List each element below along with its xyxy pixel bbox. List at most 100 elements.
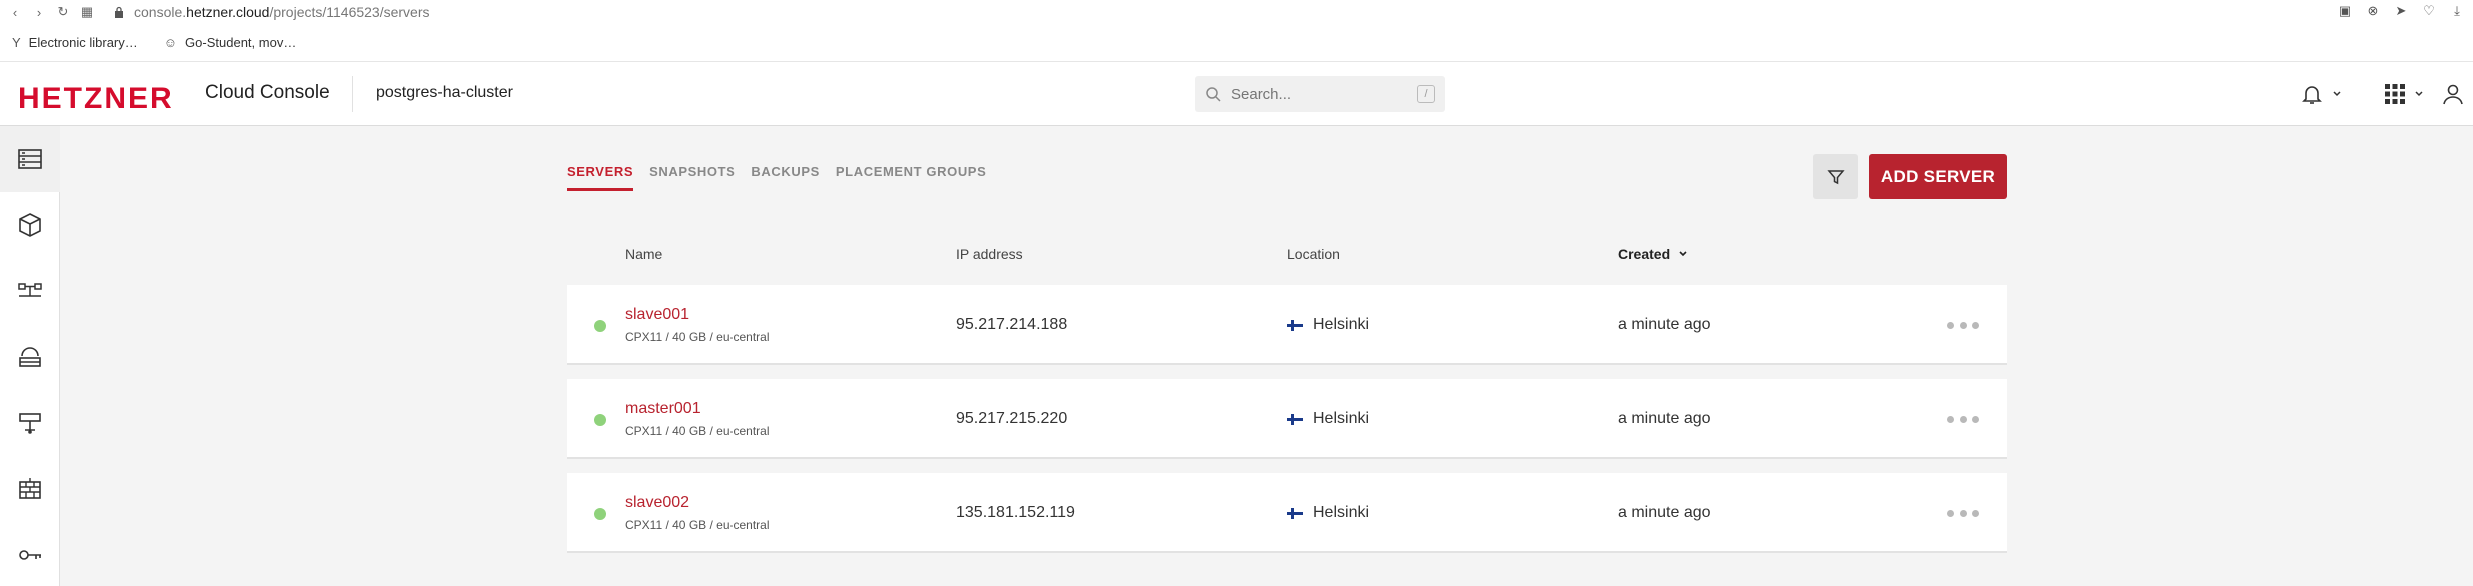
sidebar-item-firewalls[interactable] xyxy=(0,456,60,522)
grid-apps-icon xyxy=(2385,84,2405,104)
notifications-button[interactable] xyxy=(2300,80,2342,108)
chevron-down-icon xyxy=(2333,91,2341,97)
back-icon[interactable]: ‹ xyxy=(6,3,24,21)
add-server-button[interactable]: ADD SERVER xyxy=(1869,154,2007,199)
column-header-location[interactable]: Location xyxy=(1287,246,1340,262)
server-name-link[interactable]: slave002 xyxy=(625,494,689,512)
sidebar xyxy=(0,126,60,586)
floating-ip-icon xyxy=(19,413,41,434)
finland-flag-icon xyxy=(1287,319,1303,331)
search-box[interactable]: / xyxy=(1195,76,1445,112)
server-location-label: Helsinki xyxy=(1313,316,1370,333)
bookmark-y-icon: Y xyxy=(12,35,21,50)
user-menu-button[interactable] xyxy=(2441,80,2465,108)
server-created: a minute ago xyxy=(1618,410,1711,427)
dot-icon xyxy=(1947,321,1954,329)
dot-icon xyxy=(1972,509,1979,517)
dot-icon xyxy=(1959,321,1967,329)
product-title: Cloud Console xyxy=(205,82,330,103)
reload-icon[interactable]: ↻ xyxy=(54,3,72,21)
server-name-link[interactable]: slave001 xyxy=(625,306,689,324)
status-running-indicator xyxy=(594,508,606,520)
server-name-link[interactable]: master001 xyxy=(625,400,701,418)
dot-icon xyxy=(1972,321,1979,329)
server-location-label: Helsinki xyxy=(1313,410,1370,427)
sidebar-item-security[interactable] xyxy=(0,522,60,586)
sidebar-item-floating-ips[interactable] xyxy=(0,390,60,456)
finland-flag-icon xyxy=(1287,413,1303,425)
table-row[interactable]: master001 CPX11 / 40 GB / eu-central 95.… xyxy=(567,379,2007,459)
server-spec: CPX11 / 40 GB / eu-central xyxy=(625,518,770,532)
user-icon xyxy=(2443,84,2463,105)
dot-icon xyxy=(1972,415,1979,423)
server-ip: 95.217.214.188 xyxy=(956,316,1068,333)
column-header-created-label: Created xyxy=(1618,246,1671,262)
column-header-name[interactable]: Name xyxy=(625,246,662,262)
project-name[interactable]: postgres-ha-cluster xyxy=(376,84,513,102)
hetzner-logo[interactable]: HETZNER xyxy=(18,82,174,116)
column-header-ip[interactable]: IP address xyxy=(956,246,1023,262)
dot-icon xyxy=(1959,509,1967,517)
tab-servers[interactable]: SERVERS xyxy=(567,164,634,191)
dot-icon xyxy=(1947,415,1954,423)
address-bar[interactable]: console.hetzner.cloud/projects/1146523/s… xyxy=(114,4,430,20)
dot-icon xyxy=(1947,509,1954,517)
url-text: console.hetzner.cloud/projects/1146523/s… xyxy=(134,4,430,20)
download-icon[interactable]: ⤓ xyxy=(2449,3,2465,19)
server-location: Helsinki xyxy=(1287,316,1369,334)
tab-snapshots[interactable]: SNAPSHOTS xyxy=(649,164,735,191)
apps-menu-button[interactable] xyxy=(2384,80,2424,108)
server-ip: 135.181.152.119 xyxy=(956,504,1075,521)
server-icon xyxy=(18,149,42,169)
more-actions-button[interactable] xyxy=(1947,409,1979,429)
bookmark-label: Electronic library… xyxy=(28,35,138,50)
bookmark-label: Go-Student, mov… xyxy=(185,35,297,50)
bookmark-go-student[interactable]: ☺ Go-Student, mov… xyxy=(164,35,297,50)
server-location: Helsinki xyxy=(1287,410,1369,428)
extensions-icon[interactable]: ▦ xyxy=(78,3,96,21)
header-divider xyxy=(352,76,353,112)
server-location: Helsinki xyxy=(1287,504,1369,522)
key-icon xyxy=(19,550,41,560)
lock-icon xyxy=(115,6,123,18)
bookmark-electronic-library[interactable]: Y Electronic library… xyxy=(12,35,138,50)
tab-backups[interactable]: BACKUPS xyxy=(751,164,819,191)
send-icon[interactable]: ➤ xyxy=(2393,3,2409,19)
server-spec: CPX11 / 40 GB / eu-central xyxy=(625,330,770,344)
filter-button[interactable] xyxy=(1813,154,1858,199)
close-circle-icon[interactable]: ⊗ xyxy=(2365,3,2381,19)
cube-icon xyxy=(19,213,41,237)
column-header-created[interactable]: Created xyxy=(1618,246,1688,262)
server-spec: CPX11 / 40 GB / eu-central xyxy=(625,424,770,438)
search-icon xyxy=(1206,87,1221,102)
finland-flag-icon xyxy=(1287,507,1303,519)
table-row[interactable]: slave001 CPX11 / 40 GB / eu-central 95.2… xyxy=(567,285,2007,365)
more-actions-button[interactable] xyxy=(1947,503,1979,523)
status-running-indicator xyxy=(594,414,606,426)
bookmark-hat-icon: ☺ xyxy=(163,35,178,50)
tab-placement-groups[interactable]: PLACEMENT GROUPS xyxy=(836,164,986,191)
screenshot-icon[interactable]: ▣ xyxy=(2337,3,2353,19)
server-location-label: Helsinki xyxy=(1313,504,1370,521)
heart-icon[interactable]: ♡ xyxy=(2421,3,2437,19)
sidebar-item-networks[interactable] xyxy=(0,258,60,324)
server-created: a minute ago xyxy=(1618,316,1711,333)
status-running-indicator xyxy=(594,320,606,332)
filter-icon xyxy=(1826,169,1845,184)
network-icon xyxy=(18,283,42,297)
server-ip: 95.217.215.220 xyxy=(956,410,1068,427)
firewall-icon xyxy=(19,478,41,499)
search-shortcut-key: / xyxy=(1417,85,1435,103)
chevron-down-icon xyxy=(2415,91,2423,97)
browser-toolbar: ‹ › ↻ ▦ console.hetzner.cloud/projects/1… xyxy=(0,0,2473,24)
search-input[interactable] xyxy=(1231,85,1401,103)
sidebar-item-load-balancers[interactable] xyxy=(0,324,60,390)
app-header: HETZNER Cloud Console postgres-ha-cluste… xyxy=(0,62,2473,126)
bell-icon xyxy=(2302,86,2322,104)
sidebar-item-servers[interactable] xyxy=(0,126,60,192)
table-row[interactable]: slave002 CPX11 / 40 GB / eu-central 135.… xyxy=(567,473,2007,553)
server-created: a minute ago xyxy=(1618,504,1711,521)
forward-icon[interactable]: › xyxy=(30,3,48,21)
sidebar-item-volumes[interactable] xyxy=(0,192,60,258)
more-actions-button[interactable] xyxy=(1947,315,1979,335)
